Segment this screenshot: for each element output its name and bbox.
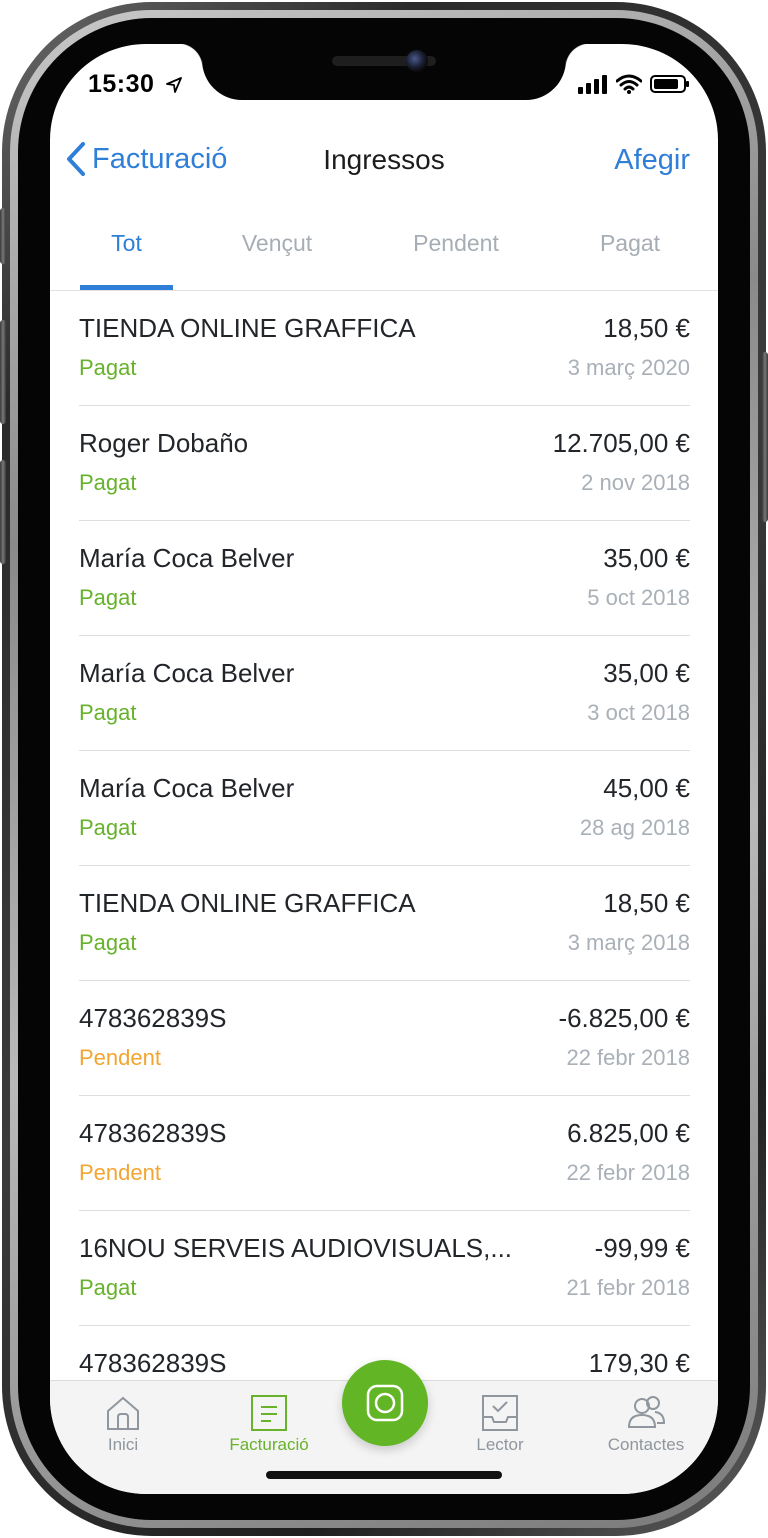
invoice-amount: 35,00 € (603, 658, 690, 688)
add-button[interactable]: Afegir (614, 144, 690, 177)
active-tab-indicator (80, 285, 173, 290)
invoice-client-name: Roger Dobaño (79, 428, 249, 458)
invoice-amount: 18,50 € (603, 313, 690, 343)
tab-all[interactable]: Tot (80, 230, 173, 257)
invoice-row[interactable]: 478362839S 6.825,00 € Pendent 22 febr 2018 (79, 1096, 690, 1211)
wifi-icon (616, 74, 642, 94)
location-arrow-icon (166, 77, 182, 93)
invoice-status: Pagat (79, 470, 137, 495)
invoice-client-name: 478362839S (79, 1003, 227, 1033)
invoice-status: Pendent (79, 1160, 161, 1185)
tabbar-item-home[interactable]: Inici (63, 1393, 183, 1455)
invoice-amount: 18,50 € (603, 888, 690, 918)
mute-switch (0, 208, 6, 264)
invoice-date: 2 nov 2018 (581, 470, 690, 495)
status-icons (578, 74, 690, 94)
invoice-status: Pagat (79, 815, 137, 840)
volume-up-button (0, 320, 6, 424)
invoice-date: 3 març 2020 (567, 355, 690, 380)
invoice-date: 28 ag 2018 (579, 815, 690, 840)
invoice-amount: -99,99 € (594, 1233, 690, 1263)
tabbar-item-contacts[interactable]: Contactes (586, 1393, 706, 1455)
invoice-row[interactable]: María Coca Belver 35,00 € Pagat 3 oct 2018 (79, 636, 690, 751)
tab-pending[interactable]: Pendent (396, 230, 516, 257)
invoice-row[interactable]: Roger Dobaño 12.705,00 € Pagat 2 nov 2018 (79, 406, 690, 521)
invoice-status: Pagat (79, 930, 137, 955)
battery-icon (650, 75, 689, 93)
invoice-status: Pagat (79, 585, 137, 610)
tab-overdue[interactable]: Vençut (222, 230, 332, 257)
volume-down-button (0, 460, 6, 564)
navigation-bar: Facturació Ingressos Afegir (50, 138, 718, 188)
invoice-row[interactable]: 16NOU SERVEIS AUDIOVISUALS,... -99,99 € Pa… (79, 1211, 690, 1326)
front-camera (406, 50, 428, 72)
invoice-row[interactable]: 478362839S -6.825,00 € Pendent 22 febr 2018 (79, 981, 690, 1096)
invoice-client-name: 478362839S (79, 1118, 227, 1148)
invoice-client-name: María Coca Belver (79, 658, 295, 688)
invoice-amount: 12.705,00 € (552, 428, 690, 458)
invoice-row[interactable]: María Coca Belver 35,00 € Pagat 5 oct 2018 (79, 521, 690, 636)
tabbar-label-home: Inici (107, 1435, 139, 1454)
inbox-check-icon (482, 1395, 518, 1431)
tabbar-label-billing: Facturació (229, 1435, 309, 1454)
invoice-amount: -6.825,00 € (558, 1003, 690, 1033)
invoice-status: Pendent (79, 1045, 161, 1070)
invoice-row[interactable]: TIENDA ONLINE GRAFFICA 18,50 € Pagat 3 març… (79, 866, 690, 981)
invoice-amount: 6.825,00 € (567, 1118, 690, 1148)
contacts-icon (627, 1396, 666, 1428)
invoice-icon (251, 1395, 287, 1431)
filter-tabs: Tot Vençut Pendent Pagat (50, 220, 718, 291)
invoice-row[interactable]: TIENDA ONLINE GRAFFICA 18,50 € Pagat 3 març… (79, 291, 690, 406)
invoice-date: 3 març 2018 (567, 930, 690, 955)
status-time: 15:30 (88, 70, 155, 98)
invoice-client-name: María Coca Belver (79, 543, 295, 573)
invoice-client-name: TIENDA ONLINE GRAFFICA (79, 888, 416, 918)
notch (178, 44, 590, 100)
invoice-row[interactable]: María Coca Belver 45,00 € Pagat 28 ag 2018 (79, 751, 690, 866)
tab-paid[interactable]: Pagat (580, 230, 680, 257)
home-indicator[interactable] (266, 1471, 502, 1479)
tabbar-item-reader[interactable]: Lector (440, 1393, 560, 1455)
invoice-client-name: 16NOU SERVEIS AUDIOVISUALS,... (79, 1233, 513, 1263)
invoice-date: 22 febr 2018 (566, 1045, 690, 1070)
invoice-client-name: TIENDA ONLINE GRAFFICA (79, 313, 416, 343)
tabbar-label-reader: Lector (476, 1435, 524, 1454)
camera-capture-button[interactable] (342, 1360, 428, 1446)
tabbar-item-billing[interactable]: Facturació (209, 1393, 329, 1455)
phone-frame: 15:30 Facturació Ingressos Afegir Tot Ve… (0, 0, 768, 1538)
invoice-status: Pagat (79, 700, 137, 725)
invoice-date: 21 febr 2018 (566, 1275, 690, 1300)
invoice-client-name: María Coca Belver (79, 773, 295, 803)
invoice-status: Pagat (79, 1275, 137, 1300)
signal-icon (578, 75, 607, 94)
camera-icon (366, 1384, 404, 1422)
invoice-list: TIENDA ONLINE GRAFFICA 18,50 € Pagat 3 març… (50, 291, 718, 1441)
power-button (762, 352, 768, 522)
invoice-date: 22 febr 2018 (566, 1160, 690, 1185)
home-icon (107, 1396, 139, 1430)
invoice-client-name: 478362839S (79, 1348, 227, 1378)
invoice-amount: 35,00 € (603, 543, 690, 573)
invoice-amount: 45,00 € (603, 773, 690, 803)
invoice-date: 3 oct 2018 (587, 700, 690, 725)
invoice-date: 5 oct 2018 (587, 585, 690, 610)
invoice-status: Pagat (79, 355, 137, 380)
invoice-amount: 179,30 € (588, 1348, 690, 1378)
tabbar-label-contacts: Contactes (607, 1435, 685, 1454)
screen: 15:30 Facturació Ingressos Afegir Tot Ve… (50, 44, 718, 1494)
